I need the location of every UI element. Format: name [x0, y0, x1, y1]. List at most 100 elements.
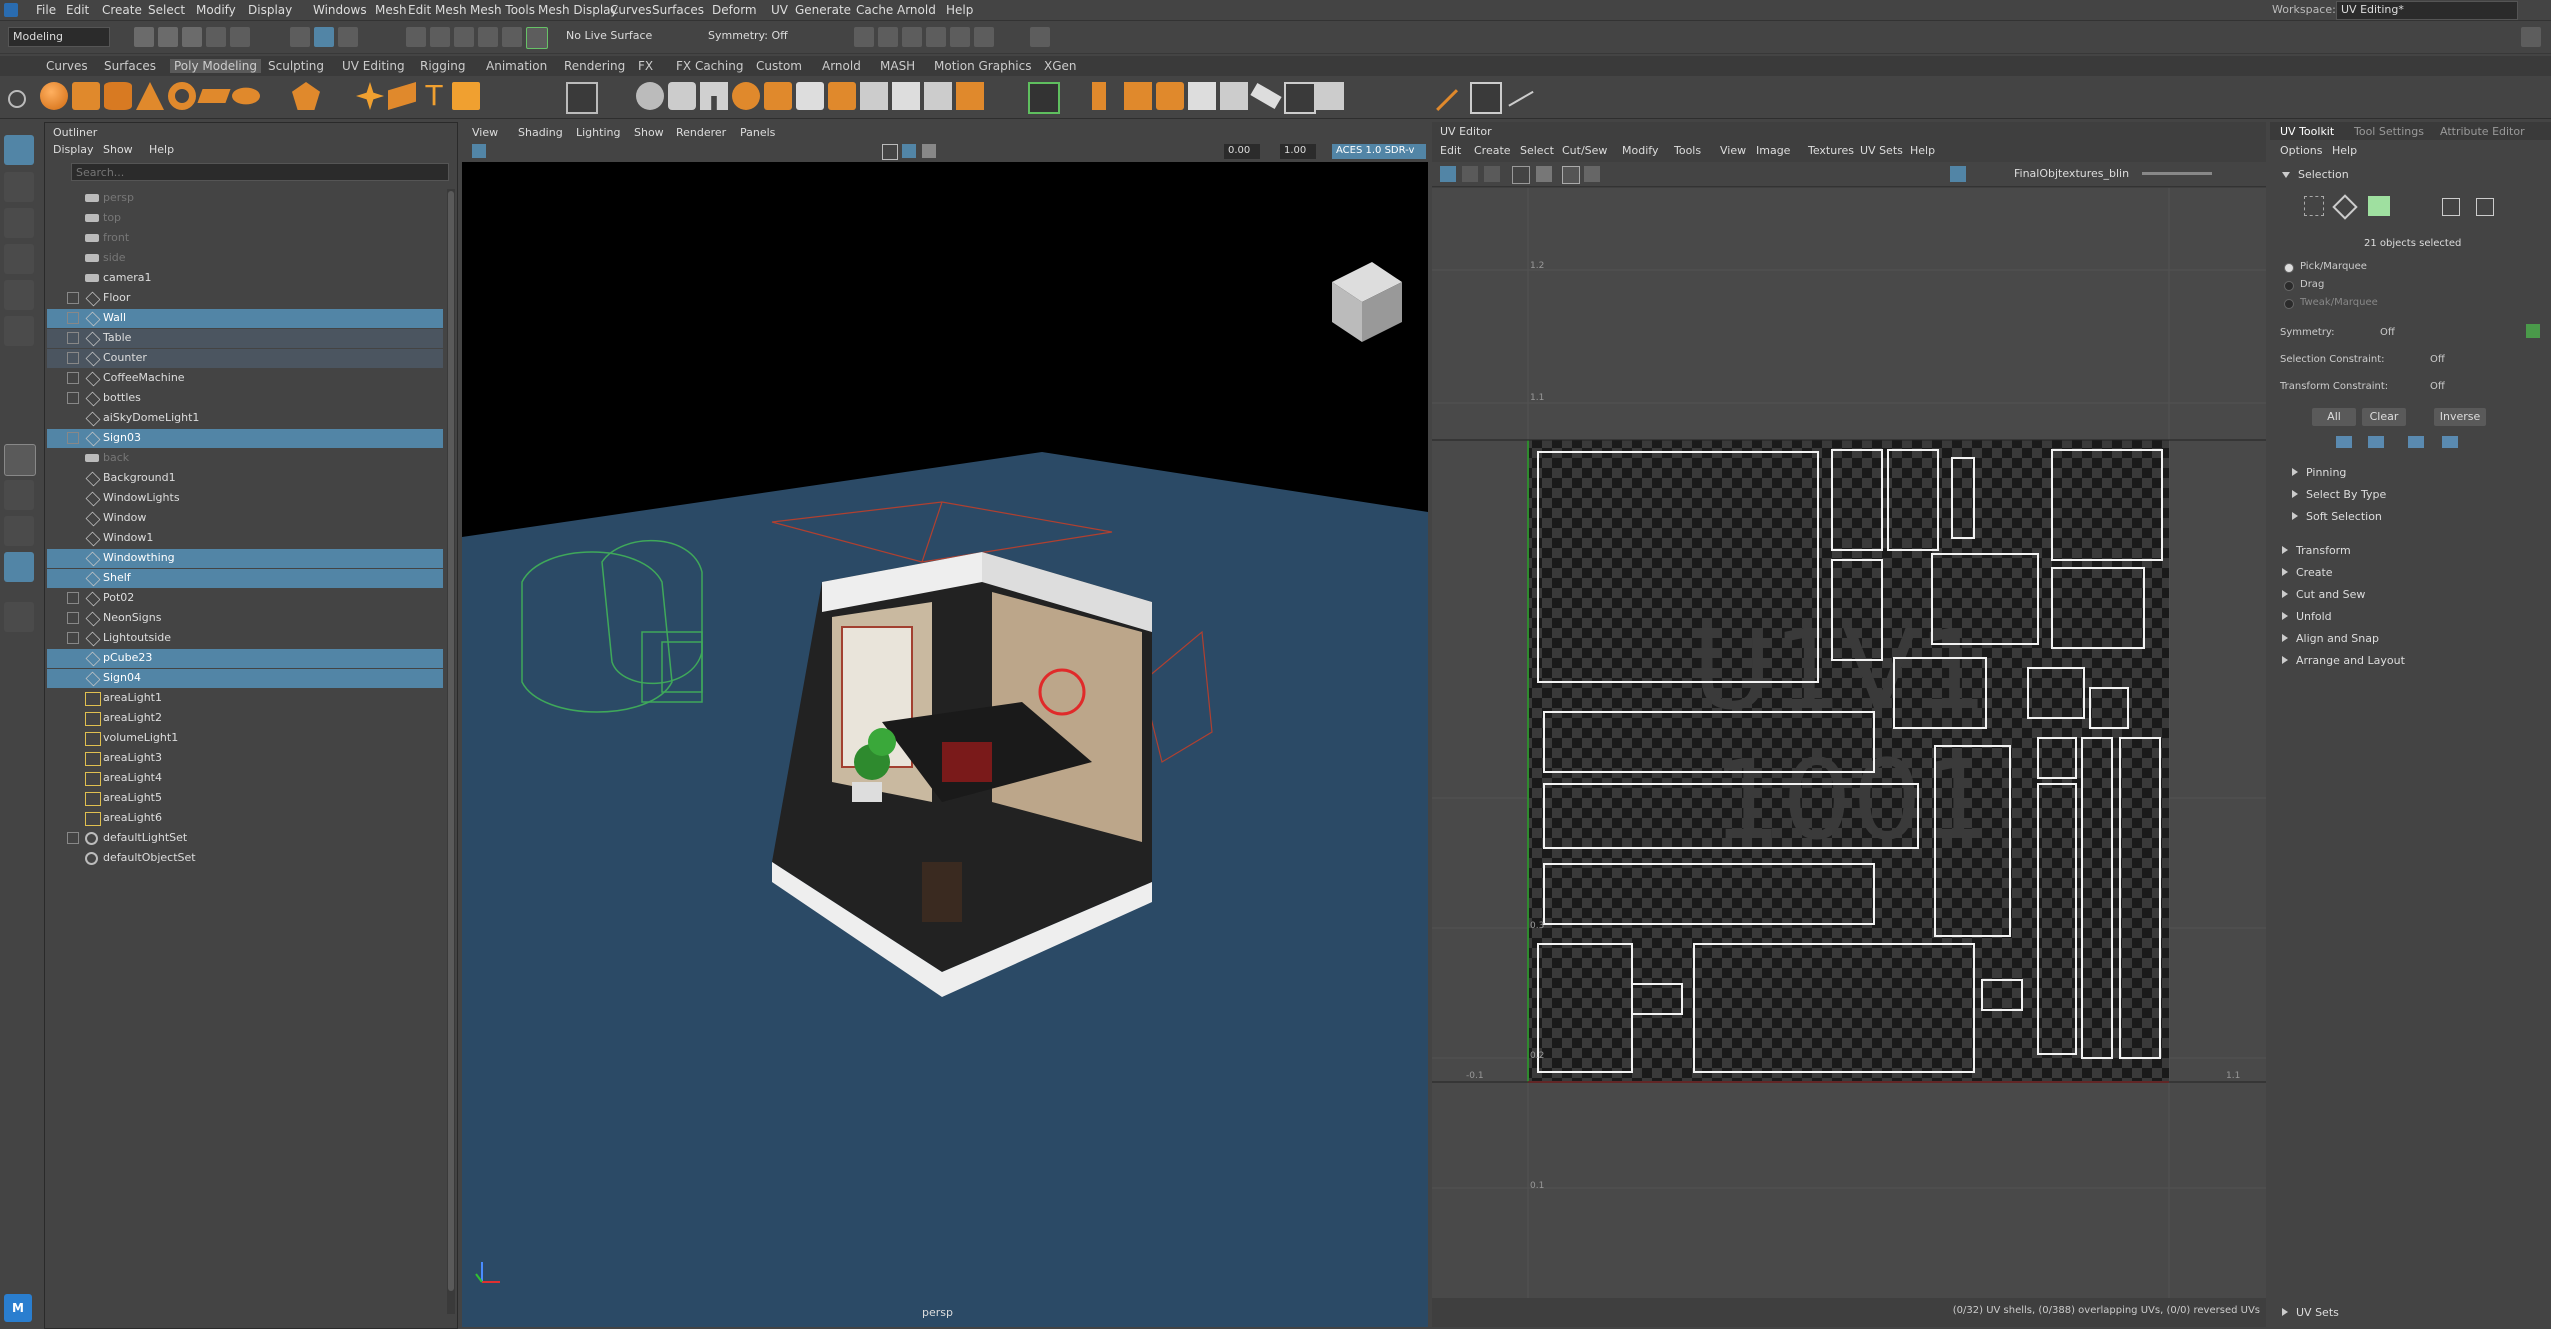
quad-draw-icon[interactable]	[956, 82, 984, 110]
arnold-render-icon[interactable]	[974, 27, 994, 47]
selection-mode-option[interactable]: Drag	[2284, 278, 2484, 294]
menu-windows[interactable]: Windows	[313, 3, 367, 17]
menu-select[interactable]: Select	[148, 3, 185, 17]
outliner-item[interactable]: bottles	[47, 389, 443, 408]
gamma-field[interactable]: 1.00	[1280, 144, 1316, 159]
section-transform[interactable]: Transform	[2282, 544, 2351, 557]
textured-icon[interactable]	[922, 144, 936, 158]
outliner-item[interactable]: Windowthing	[47, 549, 443, 568]
outliner-item[interactable]: Counter	[47, 349, 443, 368]
shelf-tab-rigging[interactable]: Rigging	[420, 59, 465, 73]
outliner-item[interactable]: areaLight2	[47, 709, 443, 728]
menu-mesh-tools[interactable]: Mesh Tools	[470, 3, 535, 17]
menu-uv[interactable]: UV	[771, 3, 788, 17]
slide-edge-icon[interactable]	[1470, 82, 1502, 114]
exposure-field[interactable]: 0.00	[1224, 144, 1260, 159]
selection-mode-option[interactable]: Pick/Marquee	[2284, 260, 2484, 276]
open-scene-icon[interactable]	[158, 27, 178, 47]
menu-deform[interactable]: Deform	[712, 3, 757, 17]
select-uv-icon[interactable]	[2442, 198, 2460, 216]
expand-toggle-icon[interactable]	[67, 332, 79, 344]
scale-tool-icon[interactable]	[4, 316, 34, 346]
symmetry-dropdown[interactable]: Off	[2380, 327, 2395, 338]
redo-icon[interactable]	[230, 27, 250, 47]
cleanup-icon[interactable]	[1284, 82, 1316, 114]
outliner-item[interactable]: aiSkyDomeLight1	[47, 409, 443, 428]
uv-snapshot-icon[interactable]	[1028, 82, 1060, 114]
outliner-menu-help[interactable]: Help	[149, 143, 174, 156]
uv-sets-section-header[interactable]: UV Sets	[2282, 1306, 2339, 1319]
outliner-menu-display[interactable]: Display	[53, 143, 94, 156]
shelf-tab-mash[interactable]: MASH	[880, 59, 915, 73]
workspace-dropdown[interactable]: UV Editing*	[2336, 1, 2518, 20]
viewport-menu-renderer[interactable]: Renderer	[676, 126, 726, 139]
colorspace-dropdown[interactable]: ACES 1.0 SDR-v	[1332, 144, 1426, 159]
menu-create[interactable]: Create	[102, 3, 142, 17]
shelf-tab-fx-caching[interactable]: FX Caching	[676, 59, 743, 73]
extrude-icon[interactable]	[636, 82, 664, 110]
target-weld-icon[interactable]	[892, 82, 920, 110]
smooth-shade-icon[interactable]	[902, 144, 916, 158]
render-view-icon[interactable]	[926, 27, 946, 47]
uv-rotate-icon[interactable]	[1462, 166, 1478, 182]
viewport-menu-lighting[interactable]: Lighting	[576, 126, 620, 139]
toolkit-menu-options[interactable]: Options	[2280, 144, 2322, 157]
uv-menu-view[interactable]: View	[1720, 144, 1746, 157]
pause-icon[interactable]	[1030, 27, 1050, 47]
svg-icon[interactable]	[452, 82, 480, 110]
outliner-item[interactable]: side	[47, 249, 443, 268]
uv-menu-create[interactable]: Create	[1474, 144, 1511, 157]
outliner-item[interactable]: Wall	[47, 309, 443, 328]
toolkit-menu-help[interactable]: Help	[2332, 144, 2357, 157]
subsection-select-by-type[interactable]: Select By Type	[2292, 488, 2386, 501]
save-scene-icon[interactable]	[182, 27, 202, 47]
transform-constraint-dropdown[interactable]: Off	[2430, 381, 2445, 392]
two-pane-layout-icon[interactable]	[4, 516, 34, 546]
move-tool-icon[interactable]	[4, 244, 34, 274]
snap-point-icon[interactable]	[454, 27, 474, 47]
selection-section-header[interactable]: Selection	[2282, 168, 2349, 181]
snap-surface-icon[interactable]	[502, 27, 522, 47]
toolkit-tab-attribute-editor[interactable]: Attribute Editor	[2440, 125, 2525, 138]
outliner-item[interactable]: areaLight5	[47, 789, 443, 808]
symmetry-options-icon[interactable]	[2526, 324, 2540, 338]
invert-selection-button[interactable]: Inverse	[2434, 408, 2486, 426]
outliner-item[interactable]: Sign04	[47, 669, 443, 688]
select-all-button[interactable]: All	[2312, 408, 2356, 426]
uv-menu-textures[interactable]: Textures	[1808, 144, 1854, 157]
outliner-item[interactable]: front	[47, 229, 443, 248]
shelf-tab-uv-editing[interactable]: UV Editing	[342, 59, 405, 73]
outliner-item[interactable]: volumeLight1	[47, 729, 443, 748]
outliner-search-input[interactable]	[74, 164, 418, 180]
reverse-normals-icon[interactable]	[1250, 82, 1282, 110]
edit-edge-flow-icon[interactable]	[1506, 87, 1534, 107]
poly-cube-icon[interactable]	[72, 82, 100, 110]
render-settings-icon[interactable]	[854, 27, 874, 47]
toolkit-tab-uv-toolkit[interactable]: UV Toolkit	[2280, 125, 2334, 138]
sweep-mesh-icon[interactable]	[388, 82, 416, 110]
expand-toggle-icon[interactable]	[67, 432, 79, 444]
uv-checker-icon[interactable]	[1536, 166, 1552, 182]
outliner-item[interactable]: Shelf	[47, 569, 443, 588]
outliner-menu-show[interactable]: Show	[103, 143, 133, 156]
edge-flow-icon[interactable]	[1433, 86, 1459, 112]
shelf-tab-sculpting[interactable]: Sculpting	[268, 59, 324, 73]
outliner-item[interactable]: areaLight1	[47, 689, 443, 708]
uv-menu-tools[interactable]: Tools	[1674, 144, 1701, 157]
shelf-settings-icon[interactable]	[8, 90, 26, 108]
outliner-item[interactable]: camera1	[47, 269, 443, 288]
search-icon[interactable]	[4, 602, 34, 632]
menu-help[interactable]: Help	[946, 3, 973, 17]
wireframe-icon[interactable]	[882, 144, 898, 160]
undo-icon[interactable]	[206, 27, 226, 47]
bridge-icon[interactable]	[700, 82, 728, 110]
select-face-icon[interactable]	[2368, 196, 2390, 216]
render-frame-icon[interactable]	[878, 27, 898, 47]
mirror-icon[interactable]	[860, 82, 888, 110]
subsection-pinning[interactable]: Pinning	[2292, 466, 2346, 479]
uv-menu-edit[interactable]: Edit	[1440, 144, 1461, 157]
viewport-panel[interactable]: View Shading Lighting Show Renderer Panels 0.…	[462, 122, 1428, 1327]
paint-select-tool-icon[interactable]	[4, 208, 34, 238]
expand-toggle-icon[interactable]	[67, 312, 79, 324]
shelf-tab-poly-modeling[interactable]: Poly Modeling	[170, 59, 261, 73]
